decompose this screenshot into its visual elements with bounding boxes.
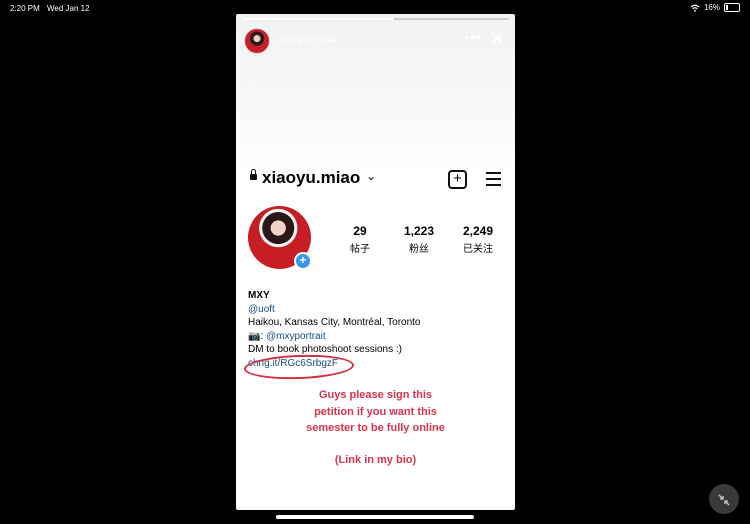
profile-screenshot: xiaoyu.miao ⌄ + + 29 帖子 1,223 粉丝 2,249 已… <box>236 164 515 381</box>
story-time: 2m <box>351 34 365 45</box>
profile-header: xiaoyu.miao ⌄ + <box>236 164 515 192</box>
stat-posts-value: 29 <box>353 224 367 238</box>
collapse-arrows-icon <box>718 494 730 506</box>
bio-locations: Haikou, Kansas City, Montréal, Toronto <box>248 317 421 328</box>
lock-icon <box>250 169 257 180</box>
add-post-icon: + <box>448 170 467 189</box>
more-options-icon[interactable]: ••• <box>464 29 482 45</box>
home-indicator[interactable] <box>276 515 474 519</box>
camera-icon: 📷: <box>248 330 267 342</box>
battery-percent: 16% <box>703 3 720 12</box>
stat-posts-label: 帖子 <box>350 244 370 255</box>
petition-text: Guys please sign this petition if you wa… <box>236 387 515 437</box>
story-username[interactable]: xiaoyu.miao <box>278 33 337 45</box>
stat-followers-label: 粉丝 <box>409 244 429 255</box>
bio-portrait-tag: @mxyportrait <box>266 330 326 342</box>
menu-icon <box>486 172 501 190</box>
link-in-bio-text: (Link in my bio) <box>334 454 417 466</box>
close-icon[interactable]: ✕ <box>489 26 506 51</box>
chevron-down-icon: ⌄ <box>366 169 377 183</box>
petition-line: Guys please sign this <box>318 389 433 401</box>
wifi-icon <box>690 4 700 12</box>
battery-icon <box>724 3 740 12</box>
stat-following-value: 2,249 <box>462 224 494 238</box>
stat-posts: 29 帖子 <box>335 224 385 255</box>
petition-line: semester to be fully online <box>306 422 445 434</box>
bio-school-tag: @uoft <box>248 303 275 315</box>
bio-name: MXY <box>248 290 270 301</box>
petition-line: petition if you want this <box>314 405 437 418</box>
story-card[interactable]: xiaoyu.miao 2m ••• ✕ xiaoyu.miao ⌄ + + 2… <box>236 14 515 510</box>
stat-followers-value: 1,223 <box>403 224 435 238</box>
bio-camera-line: 📷: @mxyportrait <box>248 330 508 344</box>
profile-username: xiaoyu.miao <box>262 168 361 187</box>
story-header: xiaoyu.miao 2m ••• ✕ <box>244 26 507 54</box>
bio-booking: DM to book photoshoot sessions :) <box>248 344 402 355</box>
story-progress-fill <box>242 18 395 20</box>
status-date: Wed Jan 12 <box>47 4 90 13</box>
story-avatar[interactable] <box>244 28 270 54</box>
stat-following-label: 已关注 <box>463 244 493 255</box>
stat-followers: 1,223 粉丝 <box>394 224 444 255</box>
add-story-icon: + <box>294 252 312 270</box>
stat-following: 2,249 已关注 <box>453 224 503 255</box>
status-right: 16% <box>690 3 740 12</box>
status-time: 2:20 PM <box>10 4 40 13</box>
story-progress-bar <box>242 18 509 20</box>
minimize-button[interactable] <box>709 484 739 514</box>
